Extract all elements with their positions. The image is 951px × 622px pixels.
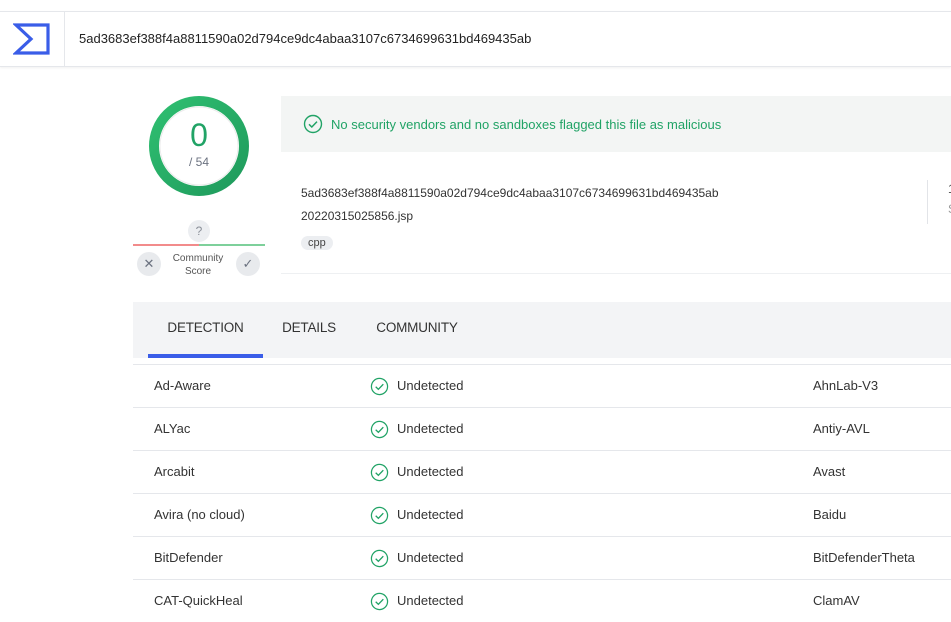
table-row: CAT-QuickHeal Undetected ClamAV xyxy=(133,579,951,622)
table-row: Avira (no cloud) Undetected Baidu xyxy=(133,493,951,536)
tab-details[interactable]: DETAILS xyxy=(275,302,343,358)
check-circle-icon xyxy=(370,549,389,567)
vendor-name: Avast xyxy=(813,464,846,479)
detection-status: Undetected xyxy=(370,494,464,536)
status-text: Undetected xyxy=(397,378,464,393)
table-row: Arcabit Undetected Avast xyxy=(133,450,951,493)
detection-status: Undetected xyxy=(370,408,464,450)
check-circle-icon xyxy=(370,592,389,610)
status-text: Undetected xyxy=(397,421,464,436)
check-icon: ✓ xyxy=(242,256,254,271)
check-circle-icon xyxy=(370,463,389,481)
detection-count: 0 xyxy=(190,117,208,153)
detection-status: Undetected xyxy=(370,537,464,579)
table-row: BitDefender Undetected BitDefenderTheta xyxy=(133,536,951,579)
file-info-panel: 5ad3683ef388f4a8811590a02d794ce9dc4abaa3… xyxy=(281,152,951,274)
report-tabs: DETECTION DETAILS COMMUNITY xyxy=(133,302,951,358)
community-label-line2: Score xyxy=(184,266,212,277)
community-score-unknown-icon: ? xyxy=(188,220,210,242)
file-hash[interactable]: 5ad3683ef388f4a8811590a02d794ce9dc4abaa3… xyxy=(301,186,719,200)
vendor-name: Antiy-AVL xyxy=(813,421,870,436)
detection-status: Undetected xyxy=(370,365,464,407)
community-score-bar xyxy=(133,244,265,246)
info-divider xyxy=(927,180,928,224)
vendor-name: ClamAV xyxy=(813,593,860,608)
detection-status: Undetected xyxy=(370,451,464,493)
file-name: 20220315025856.jsp xyxy=(301,209,414,223)
file-tag[interactable]: cpp xyxy=(301,236,333,250)
status-text: Undetected xyxy=(397,550,464,565)
status-text: Undetected xyxy=(397,593,464,608)
vendor-name: Arcabit xyxy=(154,464,195,479)
search-input[interactable]: 5ad3683ef388f4a8811590a02d794ce9dc4abaa3… xyxy=(79,12,531,66)
detection-status: Undetected xyxy=(370,580,464,622)
table-row: Ad-Aware Undetected AhnLab-V3 xyxy=(133,364,951,407)
detection-table: Ad-Aware Undetected AhnLab-V3 ALYac Unde… xyxy=(133,364,951,622)
status-text: Undetected xyxy=(397,464,464,479)
top-bar: 5ad3683ef388f4a8811590a02d794ce9dc4abaa3… xyxy=(0,11,951,67)
vote-malicious-button[interactable]: ✕ xyxy=(137,252,161,276)
vendor-name: CAT-QuickHeal xyxy=(154,593,243,608)
vendor-name: Baidu xyxy=(813,507,847,522)
vendor-name: BitDefenderTheta xyxy=(813,550,915,565)
check-circle-icon xyxy=(370,377,389,395)
home-logo-link[interactable] xyxy=(0,12,65,66)
verdict-text: No security vendors and no sandboxes fla… xyxy=(331,116,722,132)
vendor-name: AhnLab-V3 xyxy=(813,378,879,393)
check-circle-icon xyxy=(370,420,389,438)
vendor-name: BitDefender xyxy=(154,550,223,565)
vendor-name: Ad-Aware xyxy=(154,378,211,393)
check-circle-icon xyxy=(303,114,323,134)
vendor-name: ALYac xyxy=(154,421,191,436)
vote-harmless-button[interactable]: ✓ xyxy=(236,252,260,276)
vendor-name: Avira (no cloud) xyxy=(154,507,245,522)
community-label-line1: Community xyxy=(172,253,224,264)
table-row: ALYac Undetected Antiy-AVL xyxy=(133,407,951,450)
detection-total: / 54 xyxy=(188,155,209,169)
virustotal-logo-icon xyxy=(13,23,50,55)
verdict-banner: No security vendors and no sandboxes fla… xyxy=(281,96,951,152)
close-icon: ✕ xyxy=(143,256,155,271)
tab-community[interactable]: COMMUNITY xyxy=(365,302,469,358)
check-circle-icon xyxy=(370,506,389,524)
tab-detection[interactable]: DETECTION xyxy=(148,302,263,358)
community-score-label: Community Score xyxy=(168,252,228,278)
status-text: Undetected xyxy=(397,507,464,522)
